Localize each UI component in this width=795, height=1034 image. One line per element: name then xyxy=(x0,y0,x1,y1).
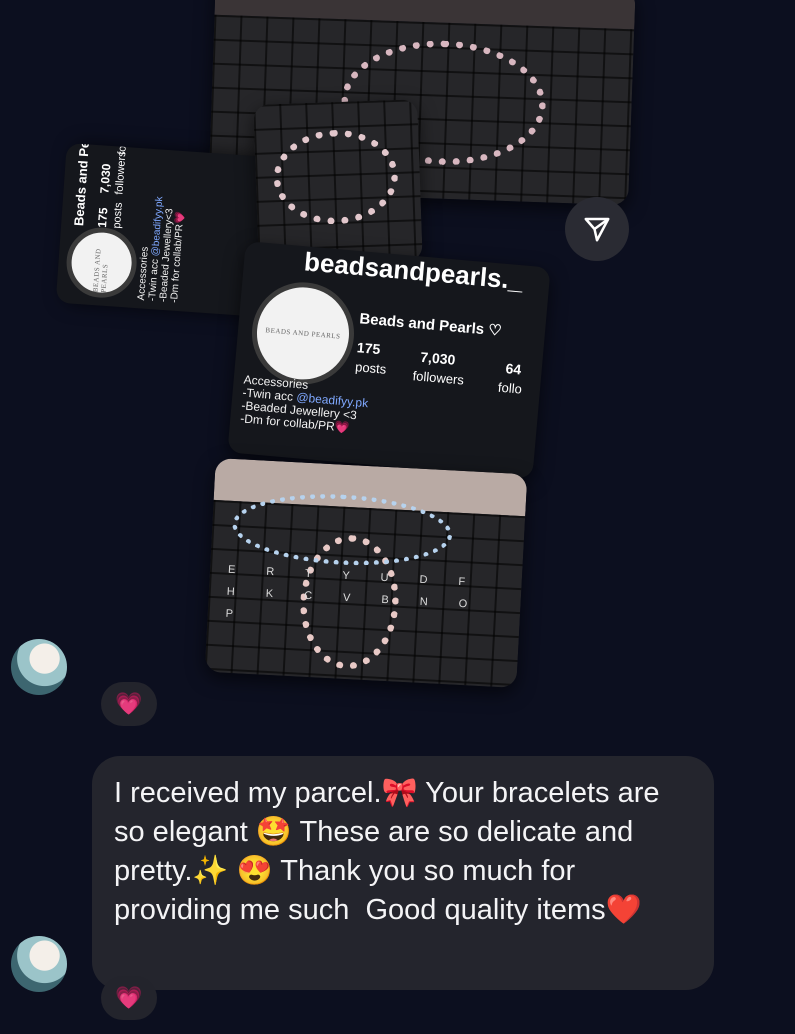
posts-count: 175 xyxy=(356,339,381,358)
profile-screenshot-front: beadsandpearls._ BEADS AND PEARLS Beads … xyxy=(227,241,551,479)
posts-label: posts xyxy=(111,201,125,230)
following-partial: follo xyxy=(497,379,523,397)
followers-count: 7,030 xyxy=(97,163,114,195)
reaction-badge[interactable]: 💗 xyxy=(101,682,157,726)
profile-name: Beads and Pearls ♡ xyxy=(358,310,503,340)
followers-count: 7,030 xyxy=(419,348,457,368)
profile-avatar: BEADS AND PEARLS xyxy=(64,225,139,300)
share-button[interactable] xyxy=(565,197,629,261)
posts-count: 175 xyxy=(95,207,111,229)
followers-label: followers xyxy=(113,150,129,196)
following-count: 64 xyxy=(505,360,522,378)
profile-bio: Accessories -Twin acc @beadifyy.pk -Bead… xyxy=(240,372,370,436)
bracelet-photo-middle xyxy=(253,99,423,267)
send-icon xyxy=(584,217,610,242)
profile-avatar: BEADS AND PEARLS xyxy=(247,278,359,389)
sender-avatar[interactable] xyxy=(11,639,67,695)
posts-label: posts xyxy=(354,359,387,377)
following-partial: fo xyxy=(116,145,129,156)
heart-icon: 💗 xyxy=(115,985,143,1010)
heart-icon: 💗 xyxy=(115,691,143,716)
key-letters: E R T Y U D F H K C V B N O P xyxy=(225,563,482,621)
bracelet-photo-bottom: E R T Y U D F H K C V B N O P xyxy=(204,457,528,689)
followers-label: followers xyxy=(412,368,465,388)
sender-avatar[interactable] xyxy=(11,936,67,992)
message-bubble[interactable]: I received my parcel.🎀 Your bracelets ar… xyxy=(92,756,714,990)
message-text: I received my parcel.🎀 Your bracelets ar… xyxy=(114,777,668,926)
reaction-badge[interactable]: 💗 xyxy=(101,976,157,1020)
profile-bio: Accessories -Twin acc @beadifyy.pk -Bead… xyxy=(136,195,187,303)
shared-post[interactable]: BEADS AND PEARLS Beads and Pearls ♡ 175 … xyxy=(55,0,636,690)
profile-name: Beads and Pearls ♡ xyxy=(71,142,95,227)
